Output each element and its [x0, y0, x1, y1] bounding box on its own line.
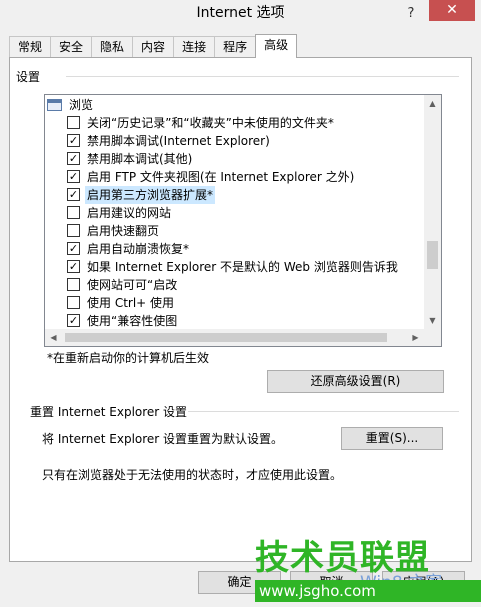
divider — [188, 411, 459, 412]
help-button[interactable]: ? — [399, 0, 423, 27]
reset-description: 将 Internet Explorer 设置重置为默认设置。 — [42, 432, 284, 446]
checkbox[interactable] — [67, 278, 80, 291]
tab-security[interactable]: 安全 — [50, 36, 93, 58]
checkbox-checked[interactable]: ✓ — [67, 314, 80, 327]
checkbox[interactable] — [67, 206, 80, 219]
setting-label: 启用建议的网站 — [87, 206, 172, 220]
restart-note: *在重新启动你的计算机后生效 — [47, 351, 210, 365]
folder-group-icon — [47, 99, 62, 111]
setting-label: 如果 Internet Explorer 不是默认的 Web 浏览器则告诉我 — [87, 260, 398, 274]
checkbox-checked[interactable]: ✓ — [67, 188, 80, 201]
checkbox-checked[interactable]: ✓ — [67, 242, 80, 255]
setting-label: 使网站可可“启改 — [87, 278, 178, 292]
scroll-up-arrow-icon[interactable]: ▲ — [424, 95, 441, 112]
settings-list[interactable]: 浏览 关闭“历史记录”和“收藏夹”中未使用的文件夹* ✓ 禁用脚本调试(Inte… — [44, 94, 442, 347]
checkbox-checked[interactable]: ✓ — [67, 260, 80, 273]
setting-label: 使用“兼容性使图 — [87, 314, 178, 328]
tab-connections[interactable]: 连接 — [173, 36, 216, 58]
checkbox[interactable] — [67, 116, 80, 129]
reset-button[interactable]: 重置(S)... — [341, 427, 443, 450]
setting-label: 使用 Ctrl+ 使用 — [87, 296, 175, 310]
category-label: 浏览 — [69, 98, 94, 112]
vertical-scrollbar[interactable]: ▲ ▼ — [424, 95, 441, 346]
checkbox[interactable] — [67, 296, 80, 309]
tab-strip: 常规 安全 隐私 内容 连接 程序 高级 — [9, 34, 298, 58]
divider — [66, 76, 459, 77]
tab-programs[interactable]: 程序 — [214, 36, 257, 58]
checkbox-checked[interactable]: ✓ — [67, 152, 80, 165]
horizontal-scrollbar[interactable]: ◀ ▶ — [45, 329, 424, 346]
tab-general[interactable]: 常规 — [9, 36, 52, 58]
setting-label: 关闭“历史记录”和“收藏夹”中未使用的文件夹* — [87, 116, 334, 130]
setting-label: 启用第三方浏览器扩展* — [85, 186, 216, 204]
setting-label: 启用 FTP 文件夹视图(在 Internet Explorer 之外) — [87, 170, 355, 184]
scroll-right-arrow-icon[interactable]: ▶ — [407, 329, 424, 346]
tab-content[interactable]: 内容 — [132, 36, 175, 58]
tab-advanced[interactable]: 高级 — [255, 34, 298, 58]
close-button[interactable]: ✕ — [429, 0, 475, 21]
checkbox[interactable] — [67, 224, 80, 237]
scroll-left-arrow-icon[interactable]: ◀ — [45, 329, 62, 346]
window-title: Internet 选项 — [196, 5, 285, 21]
setting-label: 禁用脚本调试(Internet Explorer) — [87, 134, 270, 148]
checkbox-checked[interactable]: ✓ — [67, 170, 80, 183]
reset-section-title: 重置 Internet Explorer 设置 — [30, 405, 188, 419]
checkbox-checked[interactable]: ✓ — [67, 134, 80, 147]
setting-label: 启用快速翻页 — [87, 224, 160, 238]
restore-advanced-button[interactable]: 还原高级设置(R) — [267, 370, 444, 393]
setting-label: 禁用脚本调试(其他) — [87, 152, 193, 166]
scroll-corner — [424, 329, 441, 346]
tab-privacy[interactable]: 隐私 — [91, 36, 134, 58]
scrollbar-thumb[interactable] — [65, 333, 387, 342]
settings-group-label: 设置 — [16, 68, 45, 85]
reset-note: 只有在浏览器处于无法使用的状态时，才应使用此设置。 — [42, 468, 343, 482]
scroll-down-arrow-icon[interactable]: ▼ — [424, 312, 441, 329]
watermark-url: www.jsgho.com — [255, 580, 481, 602]
scrollbar-thumb[interactable] — [427, 241, 438, 269]
setting-label: 启用自动崩溃恢复* — [87, 242, 190, 256]
